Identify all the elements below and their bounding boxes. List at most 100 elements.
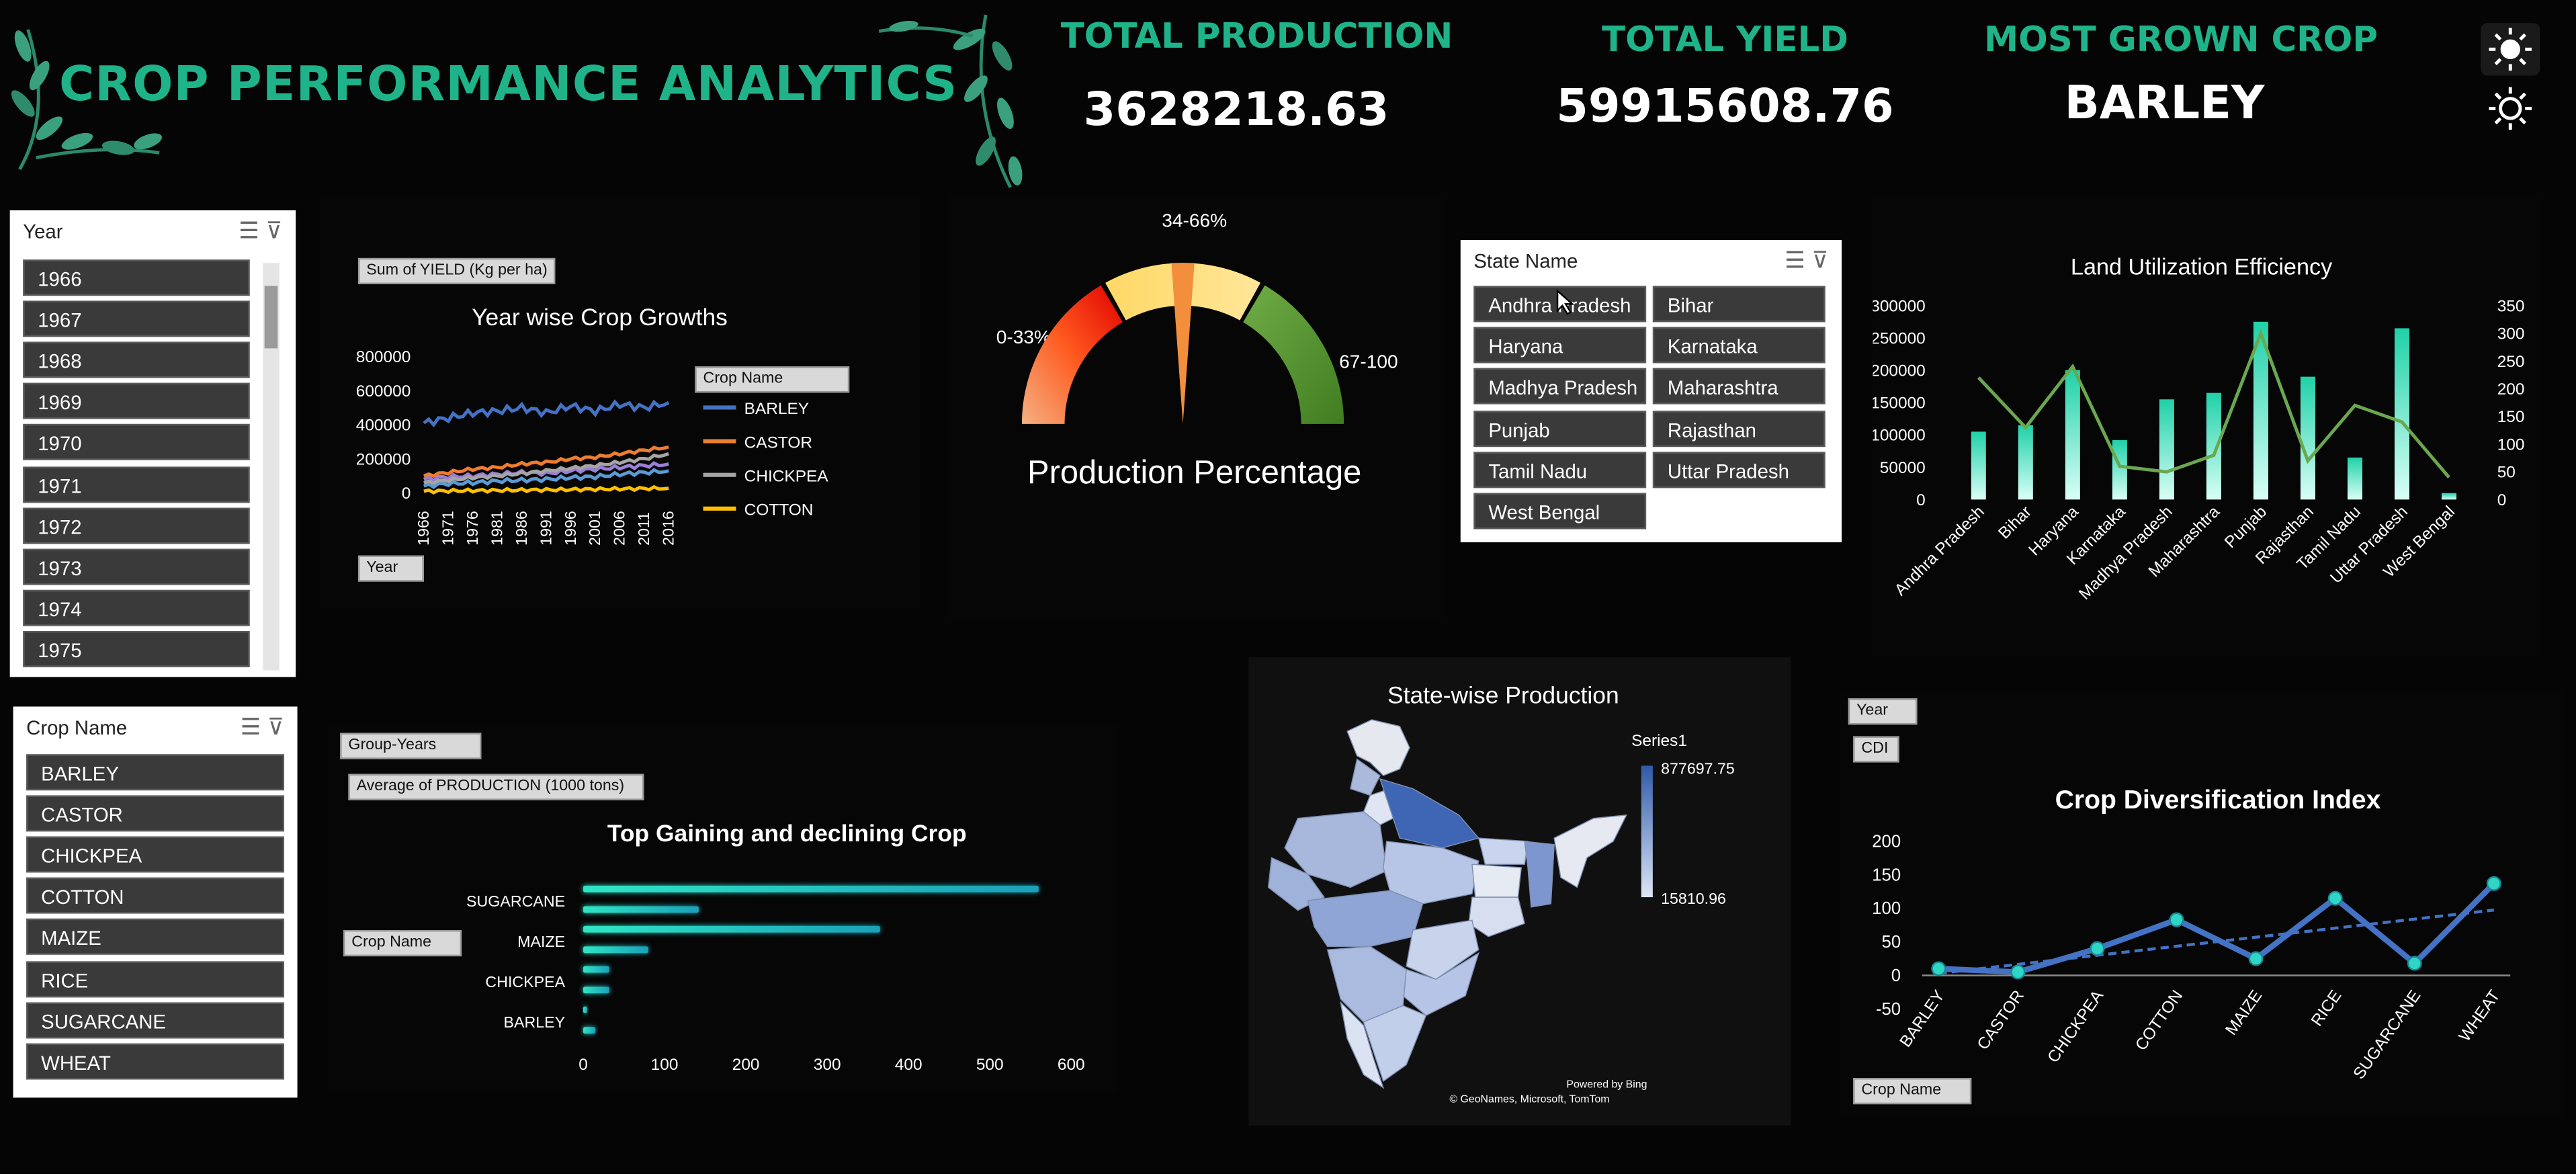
growth-chart-title: Year wise Crop Growths: [472, 304, 728, 331]
land-utilization-panel: Land Utilization Efficiency 300000 250000…: [1871, 194, 2538, 658]
crop-slicer-item[interactable]: BARLEY: [26, 754, 285, 791]
growth-y-tick: 800000: [356, 348, 411, 366]
state-slicer-item[interactable]: Madhya Pradesh: [1473, 368, 1647, 405]
land-y2-tick: 300: [2497, 325, 2525, 343]
growth-x-tick: 2011: [635, 512, 652, 546]
clear-filter-icon[interactable]: ⊽: [266, 217, 283, 243]
cdi-panel: Year CDI Crop Name Crop Diversification …: [1840, 689, 2563, 1118]
production-gauge-panel: 34-66% 0-33% 67-100 Production Percentag…: [944, 194, 1446, 618]
gain-y-label: CHICKPEA: [485, 973, 565, 991]
year-slicer-item[interactable]: 1973: [23, 548, 250, 585]
gain-bar: [583, 987, 609, 994]
crop-slicer-item[interactable]: SUGARCANE: [26, 1001, 285, 1038]
kpi-production-value: 3628218.63: [1083, 82, 1389, 136]
state-slicer: State Name ☰ ⊽ Andhra Pradesh Bihar Haryan…: [1460, 239, 1842, 542]
map-powered-by: Powered by Bing: [1566, 1079, 1647, 1091]
year-slicer-item[interactable]: 1968: [23, 342, 250, 378]
land-y2-tick: 100: [2497, 435, 2525, 454]
mouse-cursor-icon: [1556, 289, 1576, 323]
map-region-bihar[interactable]: [1477, 837, 1529, 865]
growth-legend-label: COTTON: [744, 501, 814, 519]
crop-slicer-item[interactable]: RICE: [26, 960, 285, 997]
cdi-point: [1931, 961, 1946, 976]
land-chart-title: Land Utilization Efficiency: [2071, 254, 2333, 280]
clear-filter-icon[interactable]: ⊽: [1811, 247, 1828, 273]
year-slicer-item[interactable]: 1967: [23, 300, 250, 337]
year-slicer-title: Year: [23, 220, 63, 243]
gauge-band-mid-label: 34-66%: [1162, 210, 1227, 230]
state-slicer-item[interactable]: Maharashtra: [1652, 368, 1826, 405]
cdi-x-tick: BARLEY: [1897, 987, 1948, 1050]
gain-y-label: SUGARCANE: [466, 892, 565, 910]
top-gaining-panel: Group-Years Average of PRODUCTION (1000 …: [329, 722, 1117, 1093]
cdi-x-tick: COTTON: [2132, 987, 2186, 1054]
year-slicer-item[interactable]: 1969: [23, 383, 250, 420]
cdi-x-tick: CHICKPEA: [2044, 987, 2107, 1066]
kpi-most-grown-label: MOST GROWN CROP: [1983, 19, 2378, 60]
land-y-tick: 0: [1916, 491, 1926, 509]
top-gaining-chart: Top Gaining and declining Crop 0 100 200 30…: [466, 820, 1085, 1074]
gain-bar: [583, 906, 699, 913]
crop-slicer-item[interactable]: MAIZE: [26, 919, 285, 956]
year-slicer-item[interactable]: 1966: [23, 259, 250, 296]
india-map-shape: [1267, 719, 1627, 1089]
map-region-northeast[interactable]: [1553, 814, 1627, 888]
state-slicer-item[interactable]: Uttar Pradesh: [1652, 451, 1826, 488]
state-production-map: State-wise Production Series1 877697.75 …: [1267, 682, 1735, 1105]
growth-series-line: [423, 399, 670, 427]
land-bar: [2159, 399, 2174, 500]
scrollbar-thumb[interactable]: [264, 286, 278, 349]
crop-name-filter-button[interactable]: Crop Name: [695, 366, 850, 393]
clear-filter-icon[interactable]: ⊽: [267, 713, 284, 739]
kpi-production-label: TOTAL PRODUCTION: [1060, 16, 1453, 56]
cdi-point: [2169, 912, 2184, 927]
year-wise-growth-panel: Sum of YIELD (Kg per ha) Year wise Crop …: [320, 197, 920, 608]
year-slicer-item[interactable]: 1974: [23, 589, 250, 626]
crop-slicer-item[interactable]: WHEAT: [26, 1042, 285, 1079]
state-slicer-item[interactable]: Rajasthan: [1652, 410, 1826, 447]
land-x-tick: Andhra Pradesh: [1891, 503, 1988, 599]
year-slicer-scrollbar[interactable]: [263, 263, 280, 671]
state-slicer-item[interactable]: Tamil Nadu: [1473, 451, 1647, 488]
year-slicer-item[interactable]: 1971: [23, 466, 250, 503]
crop-slicer-item[interactable]: CASTOR: [26, 795, 285, 832]
dark-theme-button[interactable]: [2481, 82, 2540, 134]
land-y2-tick: 250: [2497, 353, 2525, 371]
year-slicer-item[interactable]: 1970: [23, 424, 250, 461]
growth-legend-label: CASTOR: [744, 433, 812, 452]
map-region-jharkhand[interactable]: [1471, 864, 1522, 898]
crop-slicer-title: Crop Name: [26, 716, 128, 740]
state-slicer-item[interactable]: Karnataka: [1652, 327, 1826, 364]
state-slicer-item[interactable]: Bihar: [1652, 286, 1826, 323]
crop-slicer-item[interactable]: COTTON: [26, 878, 285, 915]
gain-bar: [583, 925, 880, 933]
growth-x-tick: 2006: [611, 511, 628, 546]
cdi-x-tick: MAIZE: [2222, 987, 2266, 1039]
growth-x-tick: 1981: [488, 511, 505, 546]
kpi-yield-value: 59915608.76: [1556, 79, 1894, 134]
crop-slicer: Crop Name ☰ ⊽ BARLEY CASTOR CHICKPEA COTTON…: [13, 706, 298, 1098]
growth-y-tick: 400000: [356, 417, 411, 435]
cdi-y-tick: -50: [1876, 1000, 1901, 1019]
map-region-maharashtra[interactable]: [1307, 890, 1424, 948]
gain-x-tick: 500: [976, 1056, 1004, 1074]
multi-select-icon[interactable]: ☰: [241, 713, 261, 739]
map-region-odisha[interactable]: [1468, 896, 1526, 937]
multi-select-icon[interactable]: ☰: [239, 217, 259, 243]
map-region-west-bengal[interactable]: [1524, 841, 1555, 908]
land-bar: [2394, 328, 2409, 500]
year-slicer-item[interactable]: 1975: [23, 630, 250, 667]
state-slicer-item[interactable]: West Bengal: [1473, 493, 1647, 530]
land-bar: [2112, 439, 2127, 500]
year-slicer-item[interactable]: 1972: [23, 507, 250, 544]
state-slicer-item[interactable]: Punjab: [1473, 410, 1647, 447]
state-slicer-item[interactable]: Haryana: [1473, 327, 1647, 364]
multi-select-icon[interactable]: ☰: [1785, 247, 1805, 273]
year-wise-growth-chart: Year wise Crop Growths 800000 600000 40000…: [356, 304, 829, 546]
year-filter-button[interactable]: Year: [358, 555, 424, 582]
gauge-band-low: [1021, 285, 1123, 424]
crop-slicer-item[interactable]: CHICKPEA: [26, 837, 285, 873]
gain-y-label: MAIZE: [517, 933, 565, 950]
light-theme-button[interactable]: [2481, 23, 2540, 76]
map-region-uttar-pradesh[interactable]: [1379, 778, 1479, 849]
